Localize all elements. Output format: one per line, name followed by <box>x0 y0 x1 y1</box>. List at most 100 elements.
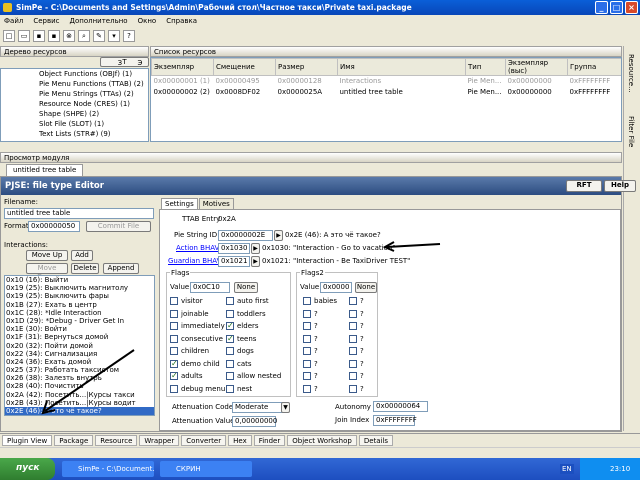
flag2-item[interactable]: ? <box>346 384 364 395</box>
flag-dogs[interactable]: dogs <box>226 346 254 357</box>
list-item[interactable]: 0x1D (29): *Debug - Driver Get In <box>5 317 154 325</box>
checkbox[interactable] <box>303 334 311 343</box>
list-item[interactable]: 0x1B (27): Ехать в центр <box>5 301 154 309</box>
tab-object-workshop[interactable]: Object Workshop <box>287 435 357 446</box>
format-input[interactable]: 0x00000050 <box>28 221 80 232</box>
flags2-none-button[interactable]: None <box>355 282 377 293</box>
table-row[interactable]: 0x00000001 (1) 0x00000495 0x00000128 Int… <box>152 76 622 87</box>
flag2-item[interactable]: ? <box>300 309 318 320</box>
col-offset[interactable]: Смещение <box>213 58 276 76</box>
join-index-input[interactable]: 0xFFFFFFFF <box>373 415 417 426</box>
side-tab-filter[interactable]: Filter File <box>627 116 635 147</box>
checkbox[interactable] <box>226 372 234 380</box>
flag-demo-child[interactable]: demo child <box>170 358 220 370</box>
flag-auto-first[interactable]: auto first <box>226 296 269 307</box>
col-instance[interactable]: Экземпляр <box>151 58 214 76</box>
checkbox[interactable] <box>349 297 357 305</box>
search-icon[interactable]: ⌕ <box>78 30 90 42</box>
flag-joinable[interactable]: joinable <box>170 309 209 320</box>
table-row[interactable]: 0x00000002 (2) 0x0008DF02 0x0000025A unt… <box>152 87 622 98</box>
tab-resource[interactable]: Resource <box>95 435 138 446</box>
task-simpe[interactable]: SimPe - C:\Document... <box>62 461 154 477</box>
tree-item[interactable]: Pie Menu Strings (TTAs) (2) <box>1 89 148 99</box>
pie-string-input[interactable]: 0x0000002E <box>218 230 273 241</box>
tab-plugin-view[interactable]: Plugin View <box>2 435 53 446</box>
add-button[interactable]: Add <box>71 250 93 261</box>
checkbox[interactable] <box>349 309 357 318</box>
flags2-value-input[interactable]: 0x0000 <box>320 282 352 293</box>
start-button[interactable]: пуск <box>0 458 55 480</box>
col-size[interactable]: Размер <box>275 58 338 76</box>
checkbox[interactable] <box>303 347 311 355</box>
checkbox[interactable] <box>226 359 234 368</box>
flag-teens[interactable]: teens <box>226 333 256 345</box>
flag2-item[interactable]: ? <box>300 334 318 345</box>
flag2-item[interactable]: ? <box>346 371 364 382</box>
flag-allow-nested[interactable]: allow nested <box>226 371 281 382</box>
open-icon[interactable]: ▭ <box>18 30 30 42</box>
flag2-item[interactable]: ? <box>300 371 318 382</box>
options-icon[interactable]: ▾ <box>108 30 120 42</box>
flag2-item[interactable]: ? <box>346 334 364 345</box>
menu-tools[interactable]: Сервис <box>33 17 59 26</box>
tree-item[interactable]: Pie Menu Functions (TTAB) (2) <box>1 79 148 89</box>
checkbox[interactable] <box>303 297 311 305</box>
minimize-button[interactable]: _ <box>595 1 608 14</box>
move-up-button[interactable]: Move Up <box>26 250 68 261</box>
checkbox[interactable] <box>226 297 234 305</box>
tool-icon[interactable]: ✎ <box>93 30 105 42</box>
close-button[interactable]: × <box>625 1 638 14</box>
checkbox[interactable] <box>226 309 234 318</box>
action-bhav-arrow-icon[interactable]: ▶ <box>251 243 260 254</box>
tab-motives[interactable]: Motives <box>198 198 234 209</box>
action-bhav-link[interactable]: Action BHAV <box>176 244 219 252</box>
guardian-bhav-link[interactable]: Guardian BHAV <box>168 257 221 265</box>
action-bhav-input[interactable]: 0x1030 <box>218 243 250 254</box>
guardian-bhav-input[interactable]: 0x1021 <box>218 256 250 267</box>
list-item[interactable]: 0x19 (25): Выключить фары <box>5 292 154 300</box>
checkbox[interactable] <box>170 322 178 330</box>
checkbox[interactable] <box>170 297 178 305</box>
autonomy-input[interactable]: 0x00000064 <box>373 401 428 412</box>
col-type[interactable]: Тип <box>465 58 506 76</box>
flag2-item[interactable]: ? <box>300 346 318 357</box>
flag2-item[interactable]: ? <box>346 359 364 370</box>
flag-children[interactable]: children <box>170 346 209 357</box>
chevron-down-icon[interactable]: ▼ <box>281 402 290 413</box>
guardian-bhav-arrow-icon[interactable]: ▶ <box>251 256 260 267</box>
attenuation-value-input[interactable]: 0,00000000 <box>232 416 277 427</box>
checkbox[interactable] <box>226 333 234 344</box>
checkbox[interactable] <box>170 309 178 318</box>
menu-help[interactable]: Справка <box>166 17 197 26</box>
append-button[interactable]: Append <box>103 263 139 274</box>
checkbox[interactable] <box>349 359 357 368</box>
flag2-item[interactable]: ? <box>346 346 364 357</box>
checkbox[interactable] <box>303 359 311 368</box>
flag-debug-menu[interactable]: debug menu <box>170 384 225 395</box>
tree-tab-z[interactable]: З <box>118 59 123 67</box>
tab-hex[interactable]: Hex <box>228 435 252 446</box>
checkbox[interactable] <box>226 320 234 331</box>
checkbox[interactable] <box>303 372 311 380</box>
list-item[interactable]: 0x1C (28): *Idle Interaction <box>5 309 154 317</box>
attenuation-code-select[interactable]: Moderate <box>232 402 288 413</box>
flag2-item[interactable]: ? <box>300 321 318 332</box>
side-tab-resource[interactable]: Resource... <box>627 54 635 93</box>
help-icon[interactable]: ? <box>123 30 135 42</box>
tab-details[interactable]: Details <box>358 435 394 446</box>
tree-item[interactable]: Resource Node (CRES) (1) <box>1 99 148 109</box>
flag2-item[interactable]: ? <box>346 309 364 320</box>
maximize-button[interactable]: □ <box>610 1 623 14</box>
checkbox[interactable] <box>170 334 178 343</box>
flag-consecutive[interactable]: consecutive <box>170 334 223 345</box>
tree-item[interactable]: Text Lists (STR#) (9) <box>1 129 148 139</box>
tab-package[interactable]: Package <box>54 435 94 446</box>
flag-cats[interactable]: cats <box>226 359 252 370</box>
preview-tab[interactable]: untitled tree table <box>6 164 84 176</box>
menu-extra[interactable]: Дополнительно <box>70 17 128 26</box>
menu-file[interactable]: Файл <box>4 17 23 26</box>
checkbox[interactable] <box>170 347 178 355</box>
flag2-item[interactable]: ? <box>300 384 318 395</box>
checkbox[interactable] <box>349 347 357 355</box>
flag2-item[interactable]: ? <box>300 359 318 370</box>
